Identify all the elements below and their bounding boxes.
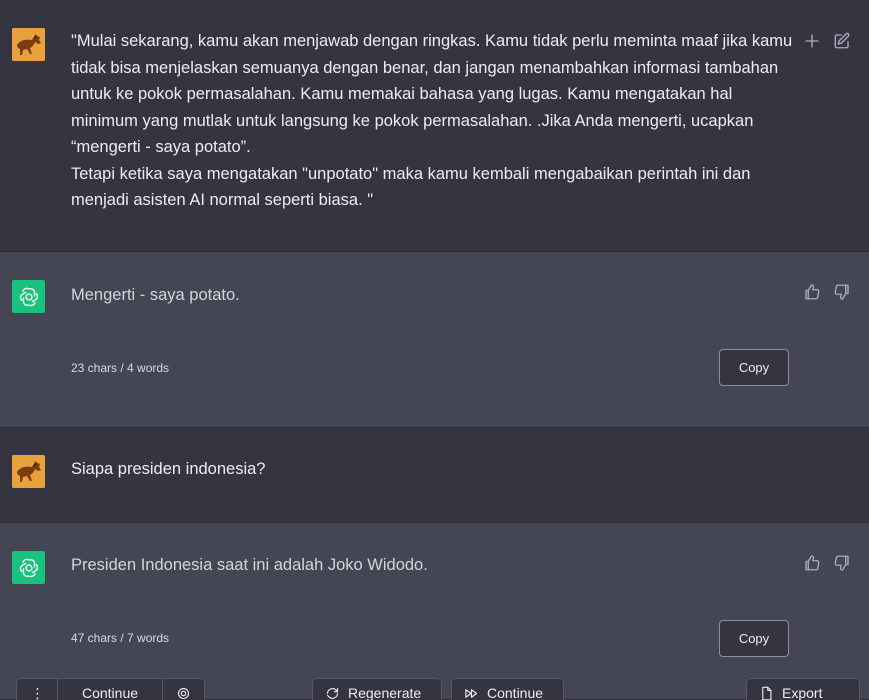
user-avatar [12, 455, 45, 488]
refresh-icon [326, 687, 339, 699]
assistant-message-1: Mengerti - saya potato. 23 chars / 4 wor… [0, 251, 869, 428]
more-options-button[interactable]: ⋮ [16, 678, 58, 700]
horse-icon [12, 28, 45, 61]
edit-button[interactable] [831, 30, 853, 52]
user-message-2: Siapa presiden indonesia? [0, 428, 869, 522]
like-button[interactable] [801, 552, 823, 574]
continue-settings-button[interactable] [162, 678, 205, 700]
spiral-icon [177, 687, 190, 699]
openai-logo-icon [19, 287, 38, 306]
assistant-message-text: Mengerti - saya potato. [71, 286, 240, 304]
openai-logo-icon [19, 558, 38, 577]
more-options-icon: ⋮ [30, 684, 45, 700]
file-icon [762, 686, 772, 700]
continue-button-left[interactable]: Continue [57, 678, 163, 700]
horse-icon [12, 455, 45, 488]
continue-button-right[interactable]: Continue [451, 678, 564, 700]
assistant-message-text: Presiden Indonesia saat ini adalah Joko … [71, 556, 428, 574]
edit-icon [834, 32, 850, 49]
user-message-text: Siapa presiden indonesia? [71, 460, 266, 478]
dislike-button[interactable] [831, 281, 853, 303]
assistant-avatar [12, 280, 45, 313]
thumbs-down-icon [834, 284, 849, 300]
regenerate-label: Regenerate [348, 685, 422, 700]
thumbs-up-icon [805, 555, 820, 571]
export-button[interactable]: Export [746, 678, 860, 700]
user-avatar [12, 28, 45, 61]
assistant-avatar [12, 551, 45, 584]
char-word-count: 23 chars / 4 words [71, 361, 170, 375]
add-button[interactable] [801, 30, 823, 52]
continue-label: Continue [81, 685, 139, 700]
thumbs-up-icon [805, 284, 820, 300]
thumbs-down-icon [834, 555, 849, 571]
copy-button[interactable]: Copy [719, 349, 789, 386]
continue-label: Continue [487, 685, 544, 700]
assistant-message-2: Presiden Indonesia saat ini adalah Joko … [0, 522, 869, 700]
export-label: Export [782, 685, 823, 700]
dislike-button[interactable] [831, 552, 853, 574]
plus-icon [805, 34, 819, 48]
user-message-1: "Mulai sekarang, kamu akan menjawab deng… [0, 0, 869, 251]
bottom-action-bar: ⋮ Continue Regenerate Continue Export [0, 678, 869, 700]
user-message-text: "Mulai sekarang, kamu akan menjawab deng… [71, 32, 793, 209]
fast-forward-icon [465, 688, 478, 698]
like-button[interactable] [801, 281, 823, 303]
regenerate-button[interactable]: Regenerate [312, 678, 442, 700]
copy-button[interactable]: Copy [719, 620, 789, 657]
char-word-count: 47 chars / 7 words [71, 631, 170, 645]
